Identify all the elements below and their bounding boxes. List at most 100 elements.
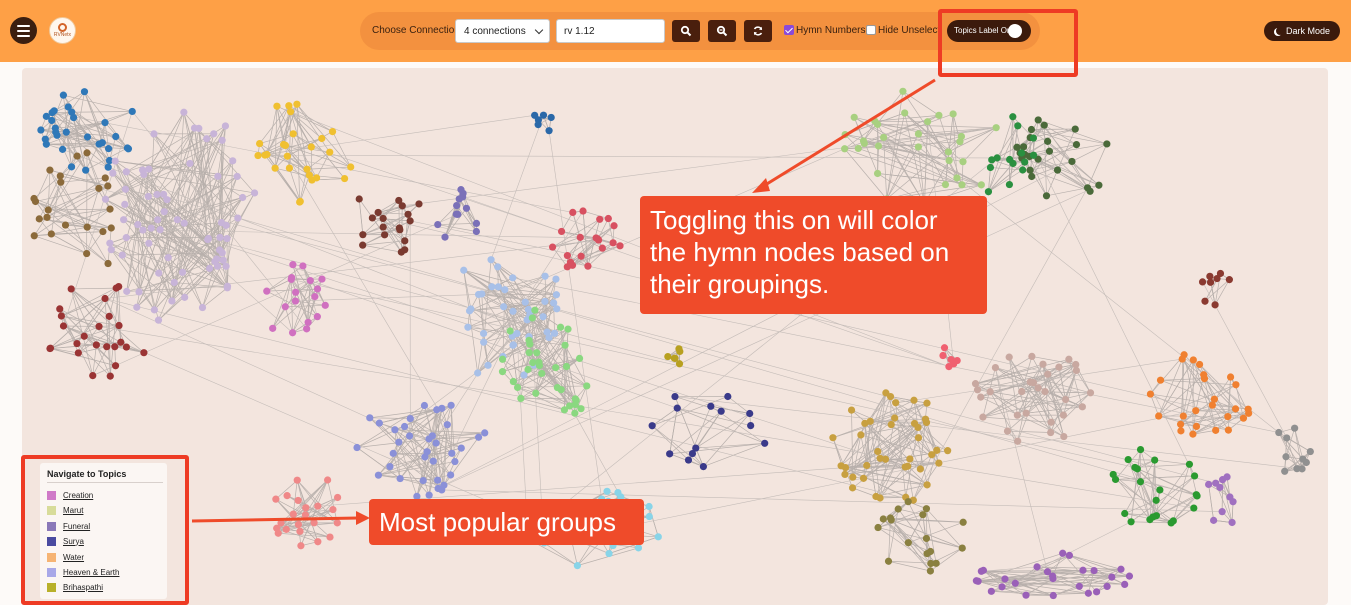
hymn-node[interactable] <box>724 392 732 401</box>
hymn-node[interactable] <box>576 233 584 241</box>
hymn-node[interactable] <box>429 457 437 465</box>
hymn-node[interactable] <box>99 227 107 236</box>
hymn-node[interactable] <box>887 516 895 524</box>
hymn-node[interactable] <box>688 449 697 458</box>
hymn-node[interactable] <box>1018 387 1026 396</box>
hymn-node[interactable] <box>324 476 332 484</box>
hymn-node[interactable] <box>645 502 653 511</box>
refresh-button[interactable] <box>744 20 772 42</box>
hymn-node[interactable] <box>292 288 300 296</box>
hymn-node[interactable] <box>1018 149 1026 157</box>
hymn-node[interactable] <box>1155 412 1163 420</box>
hymn-node[interactable] <box>443 421 451 429</box>
hymn-node[interactable] <box>1189 356 1197 364</box>
hymn-node[interactable] <box>156 226 164 234</box>
hymn-node[interactable] <box>648 422 656 430</box>
hymn-node[interactable] <box>977 181 985 189</box>
hymn-node[interactable] <box>144 192 152 201</box>
hymn-node[interactable] <box>56 172 64 180</box>
hymn-node[interactable] <box>488 283 496 291</box>
hymn-node[interactable] <box>1079 566 1087 574</box>
hymn-node[interactable] <box>155 269 163 277</box>
search-input[interactable]: rv 1.12 <box>556 19 665 43</box>
hymn-node[interactable] <box>1302 458 1310 467</box>
menu-icon[interactable] <box>10 17 37 44</box>
hymn-node[interactable] <box>666 450 674 458</box>
hymn-node[interactable] <box>1127 518 1135 526</box>
hymn-node[interactable] <box>872 492 880 501</box>
hymn-node[interactable] <box>509 307 517 315</box>
hymn-node[interactable] <box>303 165 311 173</box>
hymn-node[interactable] <box>847 406 856 414</box>
hymn-node[interactable] <box>306 276 314 285</box>
hymn-node[interactable] <box>532 389 540 397</box>
hymn-node[interactable] <box>288 329 297 337</box>
hymn-node[interactable] <box>553 305 561 313</box>
hymn-node[interactable] <box>924 118 932 126</box>
hymn-node[interactable] <box>447 471 455 479</box>
hymn-node[interactable] <box>395 438 403 446</box>
hymn-node[interactable] <box>420 401 429 410</box>
hymn-node[interactable] <box>180 108 188 116</box>
hymn-node[interactable] <box>879 515 887 523</box>
legend-item-funeral[interactable]: Funeral <box>47 520 90 532</box>
hymn-node[interactable] <box>1282 453 1290 461</box>
legend-item-brihaspathi[interactable]: Brihaspathi <box>47 581 103 593</box>
hymn-node[interactable] <box>575 354 584 362</box>
hymn-node[interactable] <box>1185 460 1194 468</box>
hymn-node[interactable] <box>472 227 480 236</box>
hymn-node[interactable] <box>52 128 60 136</box>
hymn-node[interactable] <box>121 200 129 208</box>
network-canvas[interactable] <box>22 68 1328 605</box>
hymn-node[interactable] <box>133 303 141 311</box>
hymn-node[interactable] <box>616 242 624 250</box>
hymn-node[interactable] <box>841 470 849 479</box>
hymn-node[interactable] <box>1065 551 1074 559</box>
hymn-node[interactable] <box>297 542 305 550</box>
hymn-node[interactable] <box>441 233 449 241</box>
hymn-node[interactable] <box>293 476 301 484</box>
hymn-node[interactable] <box>610 222 618 230</box>
hymn-node[interactable] <box>73 339 81 348</box>
hymn-node[interactable] <box>1009 159 1017 168</box>
hymn-node[interactable] <box>347 163 355 171</box>
hymn-node[interactable] <box>277 519 285 527</box>
hymn-node[interactable] <box>283 492 291 500</box>
hymn-node[interactable] <box>524 365 532 374</box>
hymn-node[interactable] <box>415 200 423 208</box>
hymn-node[interactable] <box>438 404 446 412</box>
hymn-node[interactable] <box>1019 166 1027 174</box>
hymn-node[interactable] <box>563 251 572 260</box>
hymn-node[interactable] <box>919 511 927 519</box>
hymn-node[interactable] <box>272 495 280 503</box>
hymn-node[interactable] <box>1075 582 1083 590</box>
hymn-node[interactable] <box>664 352 672 361</box>
hymn-node[interactable] <box>1049 591 1057 600</box>
hymn-node[interactable] <box>1224 412 1232 421</box>
hymn-node[interactable] <box>1190 504 1198 512</box>
hymn-node[interactable] <box>1095 181 1103 189</box>
hymn-node[interactable] <box>396 226 404 234</box>
hymn-node[interactable] <box>1226 493 1234 501</box>
hymn-node[interactable] <box>329 505 337 514</box>
hymn-node[interactable] <box>922 534 931 543</box>
hymn-node[interactable] <box>1283 434 1291 442</box>
hymn-node[interactable] <box>1039 360 1047 368</box>
hymn-node[interactable] <box>873 169 882 178</box>
hymn-node[interactable] <box>178 268 187 276</box>
hymn-node[interactable] <box>359 241 367 249</box>
hymn-node[interactable] <box>229 157 237 165</box>
hymn-node[interactable] <box>134 220 142 229</box>
hymn-node[interactable] <box>1218 476 1227 484</box>
hymn-node[interactable] <box>112 132 120 141</box>
hymn-node[interactable] <box>1022 591 1030 599</box>
hymn-node[interactable] <box>216 233 224 242</box>
hymn-node[interactable] <box>1044 137 1052 145</box>
hymn-node[interactable] <box>104 163 112 171</box>
hymn-node[interactable] <box>111 157 119 165</box>
hymn-node[interactable] <box>462 204 471 212</box>
hymn-node[interactable] <box>569 208 577 217</box>
hymn-node[interactable] <box>850 113 858 121</box>
hymn-node[interactable] <box>539 313 547 321</box>
hymn-node[interactable] <box>139 166 147 174</box>
